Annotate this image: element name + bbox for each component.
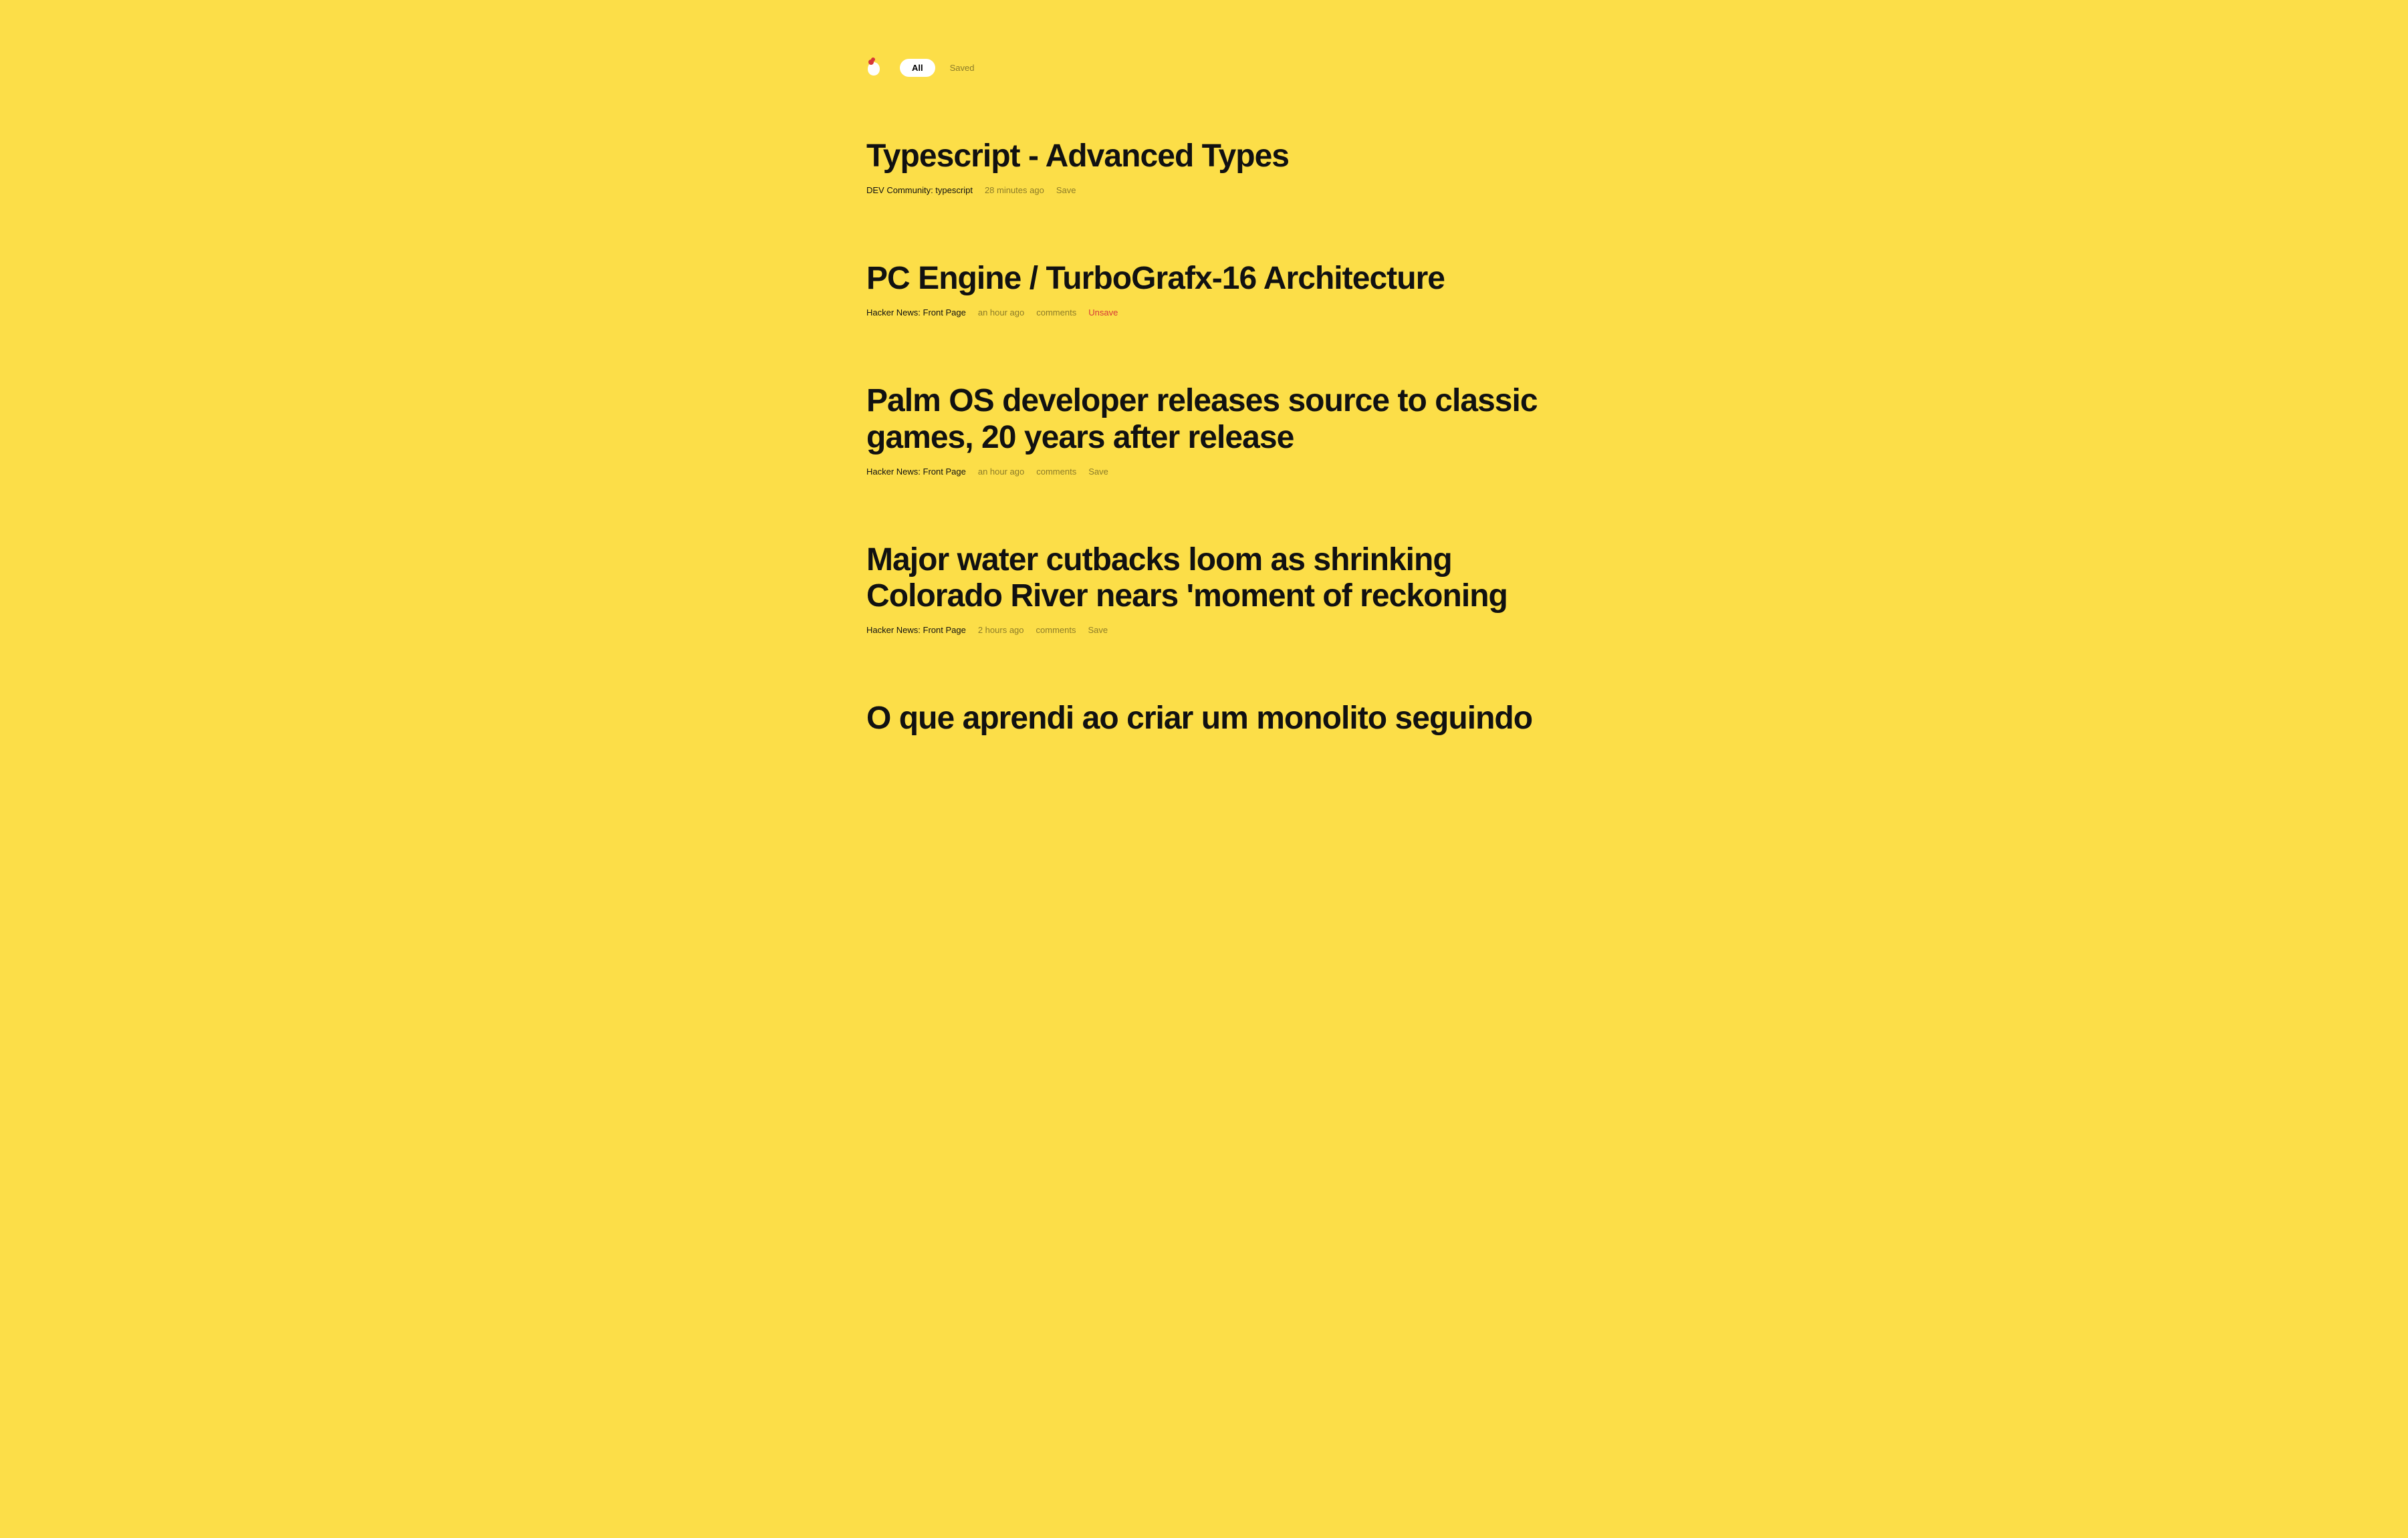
article-title[interactable]: O que aprendi ao criar um monolito segui…: [866, 700, 1542, 737]
article-timestamp: 28 minutes ago: [985, 185, 1044, 195]
save-button[interactable]: Save: [1056, 185, 1076, 195]
article-item: O que aprendi ao criar um monolito segui…: [866, 700, 1542, 737]
article-meta: Hacker News: Front Page an hour ago comm…: [866, 467, 1542, 477]
article-title[interactable]: Palm OS developer releases source to cla…: [866, 383, 1542, 455]
article-title[interactable]: Typescript - Advanced Types: [866, 138, 1542, 174]
article-meta: DEV Community: typescript 28 minutes ago…: [866, 185, 1542, 195]
article-item: Major water cutbacks loom as shrinking C…: [866, 542, 1542, 635]
article-meta: Hacker News: Front Page an hour ago comm…: [866, 307, 1542, 317]
feed: Typescript - Advanced Types DEV Communit…: [866, 138, 1542, 737]
main-container: All Saved Typescript - Advanced Types DE…: [866, 0, 1542, 737]
save-button[interactable]: Save: [1088, 467, 1108, 477]
article-source[interactable]: Hacker News: Front Page: [866, 307, 966, 317]
article-title[interactable]: PC Engine / TurboGrafx-16 Architecture: [866, 261, 1542, 297]
article-meta: Hacker News: Front Page 2 hours ago comm…: [866, 625, 1542, 635]
comments-link[interactable]: comments: [1036, 307, 1076, 317]
article-source[interactable]: Hacker News: Front Page: [866, 467, 966, 477]
article-timestamp: an hour ago: [978, 307, 1024, 317]
article-item: Typescript - Advanced Types DEV Communit…: [866, 138, 1542, 195]
site-logo-icon[interactable]: [866, 61, 881, 76]
header: All Saved: [866, 59, 1542, 77]
article-item: PC Engine / TurboGrafx-16 Architecture H…: [866, 261, 1542, 317]
tab-all[interactable]: All: [900, 59, 935, 77]
article-source[interactable]: DEV Community: typescript: [866, 185, 973, 195]
article-timestamp: 2 hours ago: [978, 625, 1024, 635]
comments-link[interactable]: comments: [1036, 625, 1076, 635]
article-source[interactable]: Hacker News: Front Page: [866, 625, 966, 635]
article-item: Palm OS developer releases source to cla…: [866, 383, 1542, 476]
tab-saved[interactable]: Saved: [950, 59, 975, 77]
article-title[interactable]: Major water cutbacks loom as shrinking C…: [866, 542, 1542, 614]
article-timestamp: an hour ago: [978, 467, 1024, 477]
comments-link[interactable]: comments: [1036, 467, 1076, 477]
tabs: All Saved: [900, 59, 975, 77]
unsave-button[interactable]: Unsave: [1088, 307, 1118, 317]
save-button[interactable]: Save: [1088, 625, 1108, 635]
